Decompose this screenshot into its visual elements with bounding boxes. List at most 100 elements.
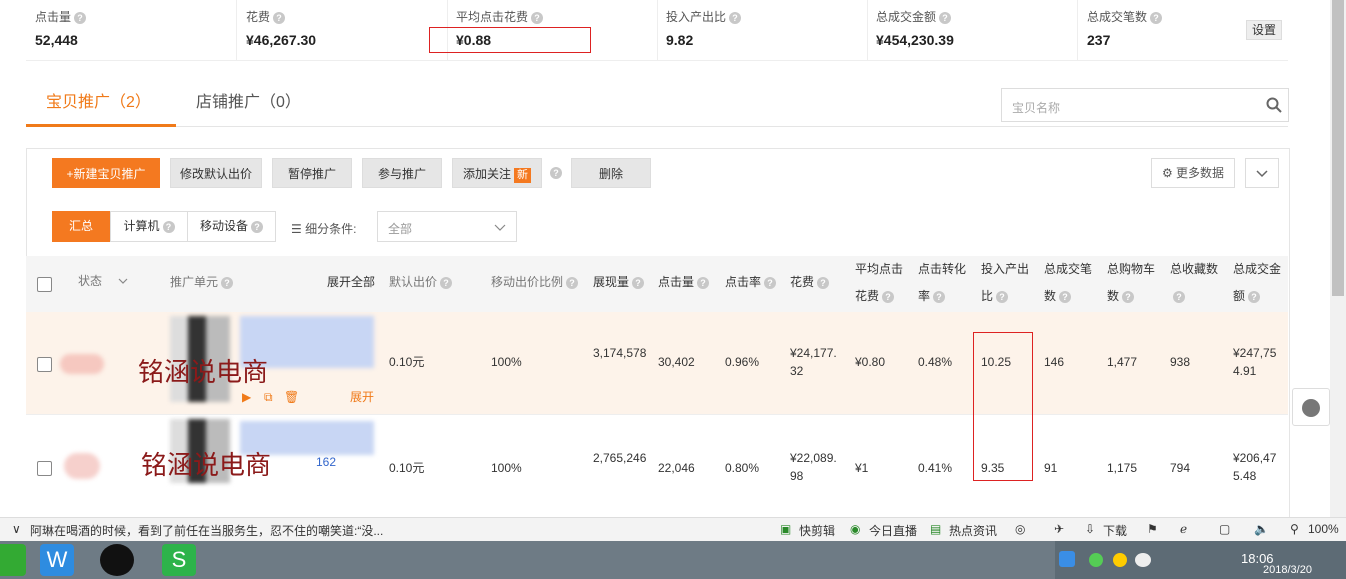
accelerate-icon[interactable]: ◎ <box>1015 522 1025 536</box>
help-icon[interactable]: ? <box>817 276 830 289</box>
col-clicks[interactable]: 点击量? <box>658 269 710 296</box>
stat-label: 平均点击花费 <box>456 10 529 24</box>
scrollbar-thumb[interactable] <box>1332 0 1344 296</box>
help-icon[interactable]: ? <box>1150 11 1163 24</box>
help-icon[interactable]: ? <box>1122 290 1135 303</box>
tray-notify-icon[interactable] <box>1113 553 1127 567</box>
app-icon[interactable] <box>0 544 26 576</box>
flag-icon[interactable]: ⚑ <box>1147 522 1158 536</box>
unit-link[interactable]: 162 <box>316 453 336 471</box>
col-orders-label1: 总成交笔 <box>1044 262 1093 276</box>
help-icon[interactable]: ? <box>729 11 742 24</box>
col-cost[interactable]: 花费? <box>790 269 830 296</box>
tab-shop-promotion[interactable]: 店铺推广（0） <box>196 88 301 112</box>
col-cvr[interactable]: 点击转化率? <box>918 256 966 310</box>
col-roi[interactable]: 投入产出比? <box>981 256 1029 310</box>
new-promotion-button[interactable]: +新建宝贝推广 <box>52 158 160 188</box>
help-icon[interactable]: ? <box>939 11 952 24</box>
expand-link[interactable]: 展开 <box>350 388 374 406</box>
help-icon[interactable]: ? <box>273 11 286 24</box>
filter-pc[interactable]: 计算机? <box>110 211 188 242</box>
zoom-level[interactable]: 100% <box>1308 522 1339 536</box>
stat-gmv: 总成交金额? ¥454,230.39 <box>867 0 1078 60</box>
help-icon[interactable]: ? <box>933 290 946 303</box>
customer-service-button[interactable] <box>1292 388 1330 426</box>
pause-button[interactable]: 暂停推广 <box>272 158 352 188</box>
select-all-checkbox[interactable] <box>37 277 52 292</box>
help-icon[interactable]: ? <box>531 11 544 24</box>
edit-bid-button[interactable]: 修改默认出价 <box>170 158 262 188</box>
col-ctr[interactable]: 点击率? <box>725 269 777 296</box>
play-icon[interactable]: ▶ <box>242 388 251 406</box>
stat-label: 点击量 <box>35 10 72 24</box>
col-cost-label: 花费 <box>790 275 815 289</box>
col-cpc[interactable]: 平均点击 花费? <box>855 256 903 310</box>
row-checkbox[interactable] <box>37 357 52 372</box>
chevron-down-icon[interactable]: ∨ <box>12 522 21 536</box>
help-icon[interactable]: ? <box>882 290 895 303</box>
wps-icon[interactable]: W <box>40 544 74 576</box>
help-icon[interactable]: ? <box>632 276 645 289</box>
help-icon[interactable]: ? <box>764 276 777 289</box>
settings-button[interactable]: 设置 <box>1246 20 1282 40</box>
filter-mobile[interactable]: 移动设备? <box>187 211 276 242</box>
cell-bid[interactable]: 0.10元 <box>389 353 424 371</box>
speaker-icon[interactable]: 🔈 <box>1254 522 1269 536</box>
col-orders-label2: 数 <box>1044 289 1057 303</box>
pin-icon[interactable]: ✈ <box>1054 522 1064 536</box>
news-ticker[interactable]: 阿琳在喝酒的时候，看到了前任在当服务生，忍不住的嘲笑道:“没... <box>30 522 383 539</box>
delete-button[interactable]: 删除 <box>571 158 651 188</box>
tab-item-promotion[interactable]: 宝贝推广（2） <box>46 88 151 112</box>
table-row[interactable]: 铭涵说电商 162 0.10元 100% 2,765,246 22,046 0.… <box>26 414 1288 518</box>
help-icon[interactable]: ? <box>221 276 234 289</box>
condition-select[interactable]: 全部 <box>377 211 517 242</box>
help-icon[interactable]: ? <box>1059 290 1072 303</box>
join-promotion-button[interactable]: 参与推广 <box>362 158 442 188</box>
expand-all-link[interactable]: 展开全部 <box>327 269 375 296</box>
help-icon[interactable]: ? <box>697 276 710 289</box>
spreadsheet-icon[interactable]: S <box>162 544 196 576</box>
scissors-icon: ▣ <box>780 522 792 536</box>
help-icon[interactable]: ? <box>996 290 1009 303</box>
search-input[interactable]: 宝贝名称 <box>1001 88 1289 122</box>
live-link[interactable]: 今日直播 <box>869 522 917 539</box>
col-impressions[interactable]: 展现量? <box>593 269 645 296</box>
tray-status-icon[interactable] <box>1089 553 1103 567</box>
table-row[interactable]: 铭涵说电商 ▶ ⧉ 🗑 展开 0.10元 100% 3,174,578 30,4… <box>26 312 1288 414</box>
col-fav[interactable]: 总收藏数? <box>1170 256 1218 310</box>
help-icon[interactable]: ? <box>566 276 579 289</box>
col-gmv[interactable]: 总成交金额? <box>1233 256 1281 310</box>
copy-icon[interactable]: ⧉ <box>264 388 273 406</box>
browser-icon[interactable]: ℯ <box>1180 522 1187 536</box>
more-data-button[interactable]: ⚙ 更多数据 <box>1151 158 1235 188</box>
wechat-icon[interactable] <box>1135 553 1151 567</box>
filter-all[interactable]: 汇总 <box>52 211 110 242</box>
row-checkbox[interactable] <box>37 461 52 476</box>
help-icon[interactable]: ? <box>1173 290 1185 303</box>
help-icon[interactable]: ? <box>251 220 263 233</box>
hot-news-link[interactable]: 热点资讯 <box>949 522 997 539</box>
search-icon[interactable] <box>1266 97 1282 113</box>
tray-app-icon[interactable] <box>1059 551 1075 567</box>
chevron-down-icon[interactable] <box>1245 158 1279 188</box>
col-cart[interactable]: 总购物车数? <box>1107 256 1155 310</box>
cell-ctr: 0.80% <box>725 461 760 475</box>
cell-cart: 1,477 <box>1107 355 1138 369</box>
cell-bid[interactable]: 0.10元 <box>389 459 424 477</box>
help-icon[interactable]: ? <box>550 167 562 179</box>
help-icon[interactable]: ? <box>162 220 175 233</box>
quick-edit-link[interactable]: 快剪辑 <box>799 522 835 539</box>
media-icon[interactable] <box>100 544 134 576</box>
help-icon[interactable]: ? <box>440 276 453 289</box>
news-icon: ▤ <box>930 522 942 536</box>
trash-icon[interactable]: 🗑 <box>284 388 299 406</box>
col-orders[interactable]: 总成交笔数? <box>1044 256 1092 310</box>
help-icon[interactable]: ? <box>1248 290 1261 303</box>
download-link[interactable]: 下载 <box>1103 522 1127 539</box>
help-icon[interactable]: ? <box>74 11 87 24</box>
window-icon[interactable]: ▢ <box>1219 522 1230 536</box>
col-cart-label2: 数 <box>1107 289 1120 303</box>
chevron-down-icon[interactable] <box>118 278 128 285</box>
col-roi-label1: 投入产出 <box>981 262 1030 276</box>
add-follow-button[interactable]: 添加关注新 <box>452 158 542 188</box>
